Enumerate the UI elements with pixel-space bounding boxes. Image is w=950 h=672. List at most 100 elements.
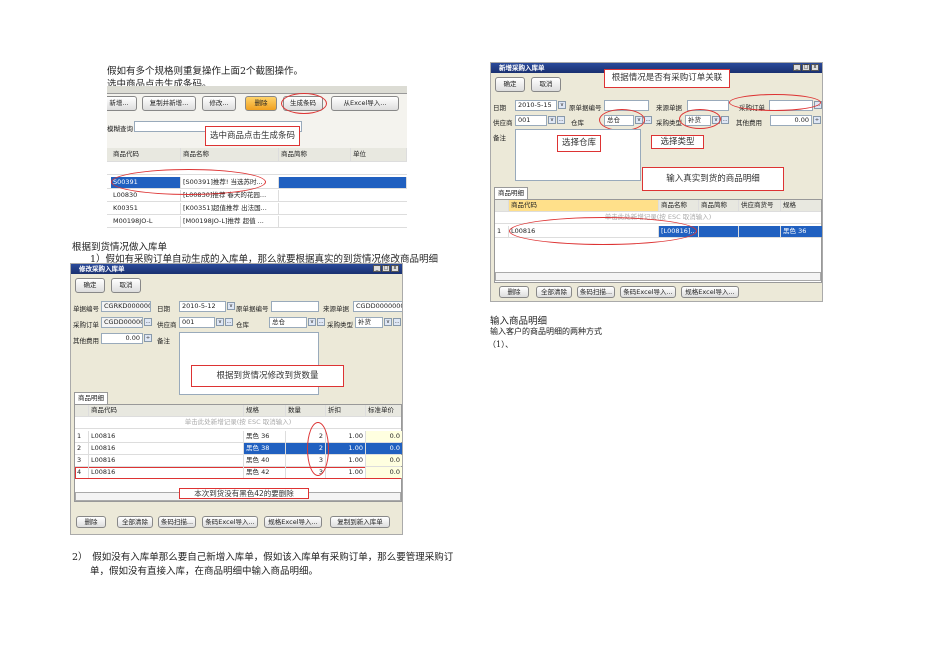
highlight-ellipse [729,94,821,111]
new-record-row[interactable]: 单击此处新增记录(按 ESC 取消输入) [75,417,401,429]
table-row[interactable]: 2 L00816 黑色 38 2 1.00 0.0 [75,443,402,455]
po-field[interactable]: CGDD00000 [101,317,143,328]
copy-to-new-receipt-button[interactable]: 复制到新入库单 [330,516,390,528]
date-field[interactable]: 2010-5-15 [515,100,557,111]
barcode-scan-button[interactable]: 条码扫描... [158,516,196,528]
chevron-down-icon[interactable]: v [216,318,224,326]
highlight-ellipse [281,93,327,114]
col-header: 规格 [781,200,822,211]
barcode-scan-button[interactable]: 条码扫描... [577,286,615,298]
doc-text: 输入商品明细 [490,316,548,327]
chevron-down-icon[interactable]: v [558,101,566,109]
stepper-icon[interactable]: ÷ [144,334,152,342]
highlight-ellipse [599,109,645,131]
other-fee-field[interactable]: 0.00 [770,115,812,126]
edit-button[interactable]: 修改... [202,96,236,111]
label: 来源单据 [323,305,349,313]
ellipsis-icon[interactable]: … [144,318,152,326]
ellipsis-icon[interactable]: … [393,318,401,326]
chevron-down-icon[interactable]: v [227,302,235,310]
ok-button[interactable]: 确定 [495,77,525,92]
cancel-button[interactable]: 取消 [111,278,141,293]
cell: 黑色 36 [244,431,286,442]
source-field[interactable]: CGDD00000002 [353,301,402,312]
cell: 1.00 [326,467,366,478]
cell: 1.00 [326,443,366,454]
import-excel-button[interactable]: 从Excel导入... [331,96,399,111]
ellipsis-icon[interactable]: … [644,116,652,124]
other-fee-field[interactable]: 0.00 [101,333,143,344]
label: 原单据编号 [569,104,602,112]
cell: 3 [75,455,89,466]
chevron-down-icon[interactable]: v [548,116,556,124]
highlight-ellipse [111,169,266,195]
new-purchase-receipt-window: 新增采购入库单 _ □ x 确定 取消 根据情况是否有采购订单关联 日期 2010-… [490,62,823,302]
doc-text: （1）、 [488,340,514,349]
stepper-icon[interactable]: ÷ [813,116,821,124]
cell: 1.00 [326,431,366,442]
ellipsis-icon[interactable]: … [317,318,325,326]
cancel-button[interactable]: 取消 [531,77,561,92]
table-row[interactable]: 4 L00816 黑色 42 3 1.00 0.0 [75,467,402,479]
spec-excel-import-button[interactable]: 规格Excel导入... [681,286,739,298]
table-row[interactable]: 3 L00816 黑色 40 3 1.00 0.0 [75,455,402,467]
cell: 黑色 36 [781,226,822,237]
doc-text: 单，假如没有直接入库，在商品明细中输入商品明细。 [90,566,319,577]
col-header: 标准单价 [366,405,402,416]
copy-add-button[interactable]: 复制并新增... [142,96,196,111]
callout: 本次到货没有黑色42的要删除 [179,488,309,499]
minimize-icon[interactable]: _ [373,265,381,272]
close-icon[interactable]: x [391,265,399,272]
col-header: 商品代码 [89,405,244,416]
tab-product-detail[interactable]: 商品明细 [494,187,528,199]
cell: [K00351]超值推荐 出法国... [181,203,279,214]
cell: L00816 [89,431,244,442]
ellipsis-icon[interactable]: … [557,116,565,124]
chevron-down-icon[interactable]: v [308,318,316,326]
table-row[interactable]: 1 L00816 黑色 36 2 1.00 0.0 [75,431,402,443]
spec-excel-import-button[interactable]: 规格Excel导入... [264,516,322,528]
maximize-icon[interactable]: □ [382,265,390,272]
callout: 选择仓库 [557,135,601,152]
product-list-screenshot: 新增... 复制并新增... 修改... 删除 生成条码 从Excel导入...… [107,86,407,232]
supplier-field[interactable]: 001 [179,317,215,328]
delete-button[interactable]: 删除 [76,516,106,528]
orig-no-field[interactable] [271,301,319,312]
delete-button[interactable]: 删除 [499,286,529,298]
warehouse-field[interactable]: 总仓 [269,317,307,328]
label: 备注 [493,134,506,142]
callout: 根据到货情况修改到货数量 [191,365,344,387]
col-header: 单位 [351,148,407,161]
clear-all-button[interactable]: 全部清除 [117,516,153,528]
cell: L00816 [89,443,244,454]
barcode-excel-import-button[interactable]: 条码Excel导入... [620,286,676,298]
table-row[interactable]: K00351 [K00351]超值推荐 出法国... [107,203,407,215]
ellipsis-icon[interactable]: … [225,318,233,326]
ok-button[interactable]: 确定 [75,278,105,293]
close-icon[interactable]: x [811,64,819,71]
label: 仓库 [571,119,584,127]
tab-product-detail[interactable]: 商品明细 [74,392,108,404]
type-field[interactable]: 补货 [355,317,383,328]
highlight-ellipse [509,217,697,245]
add-button[interactable]: 新增... [107,96,137,111]
date-field[interactable]: 2010-5-12 [179,301,226,312]
delete-button[interactable]: 删除 [245,96,277,111]
chevron-down-icon[interactable]: v [384,318,392,326]
maximize-icon[interactable]: □ [802,64,810,71]
horizontal-scrollbar[interactable] [495,272,821,281]
doc-text: 2） 假如没有入库单那么要自己新增入库单，假如该入库单有采购订单，那么要管理采购… [72,552,454,563]
table-row[interactable]: M00198JO-L [M00198JO-L]推荐 超值 ... [107,216,407,228]
doc-text: 输入客户的商品明细的两种方式 [490,327,602,336]
cell: 2 [75,443,89,454]
minimize-icon[interactable]: _ [793,64,801,71]
barcode-excel-import-button[interactable]: 条码Excel导入... [202,516,258,528]
cell: M00198JO-L [111,216,181,227]
title-bar: 修改采购入库单 [71,264,402,274]
ellipsis-icon[interactable]: … [721,116,729,124]
clear-all-button[interactable]: 全部清除 [536,286,572,298]
supplier-field[interactable]: 001 [515,115,547,126]
cell: 黑色 40 [244,455,286,466]
query-label: 模糊查询 [107,125,133,133]
label: 供应商 [157,321,177,329]
